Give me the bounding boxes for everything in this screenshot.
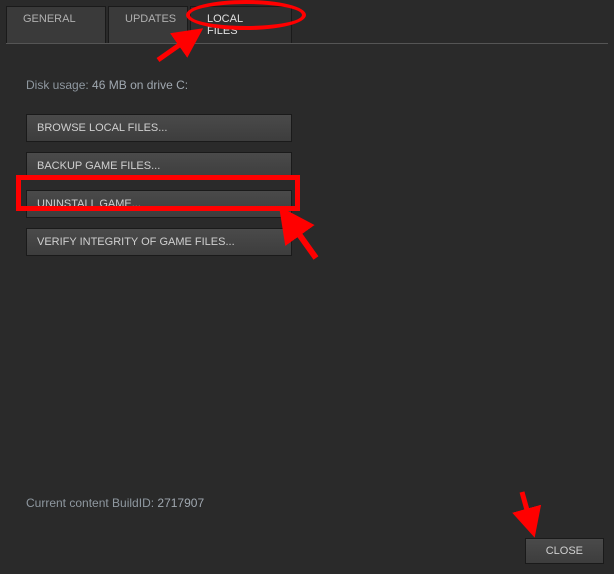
build-id-label: Current content BuildID (26, 496, 151, 510)
browse-local-files-button[interactable]: BROWSE LOCAL FILES... (26, 114, 292, 142)
close-button[interactable]: CLOSE (525, 538, 604, 564)
disk-usage-text: Disk usage: 46 MB on drive C: (26, 78, 588, 92)
disk-usage-label: Disk usage (26, 78, 85, 92)
verify-integrity-button[interactable]: VERIFY INTEGRITY OF GAME FILES... (26, 228, 292, 256)
close-bar: CLOSE (525, 538, 604, 564)
tab-general[interactable]: GENERAL (6, 6, 106, 43)
build-info: Current content BuildID: 2717907 (26, 496, 204, 510)
tab-local-files[interactable]: LOCAL FILES (190, 6, 292, 43)
build-id-value: 2717907 (157, 496, 204, 510)
disk-usage-value: 46 MB on drive C: (92, 78, 188, 92)
annotation-arrow-icon (500, 488, 550, 538)
uninstall-game-button[interactable]: UNINSTALL GAME... (26, 190, 292, 218)
content-panel: Disk usage: 46 MB on drive C: BROWSE LOC… (0, 44, 614, 284)
tab-bar: GENERAL UPDATES LOCAL FILES (0, 0, 614, 43)
backup-game-files-button[interactable]: BACKUP GAME FILES... (26, 152, 292, 180)
tab-updates[interactable]: UPDATES (108, 6, 188, 43)
